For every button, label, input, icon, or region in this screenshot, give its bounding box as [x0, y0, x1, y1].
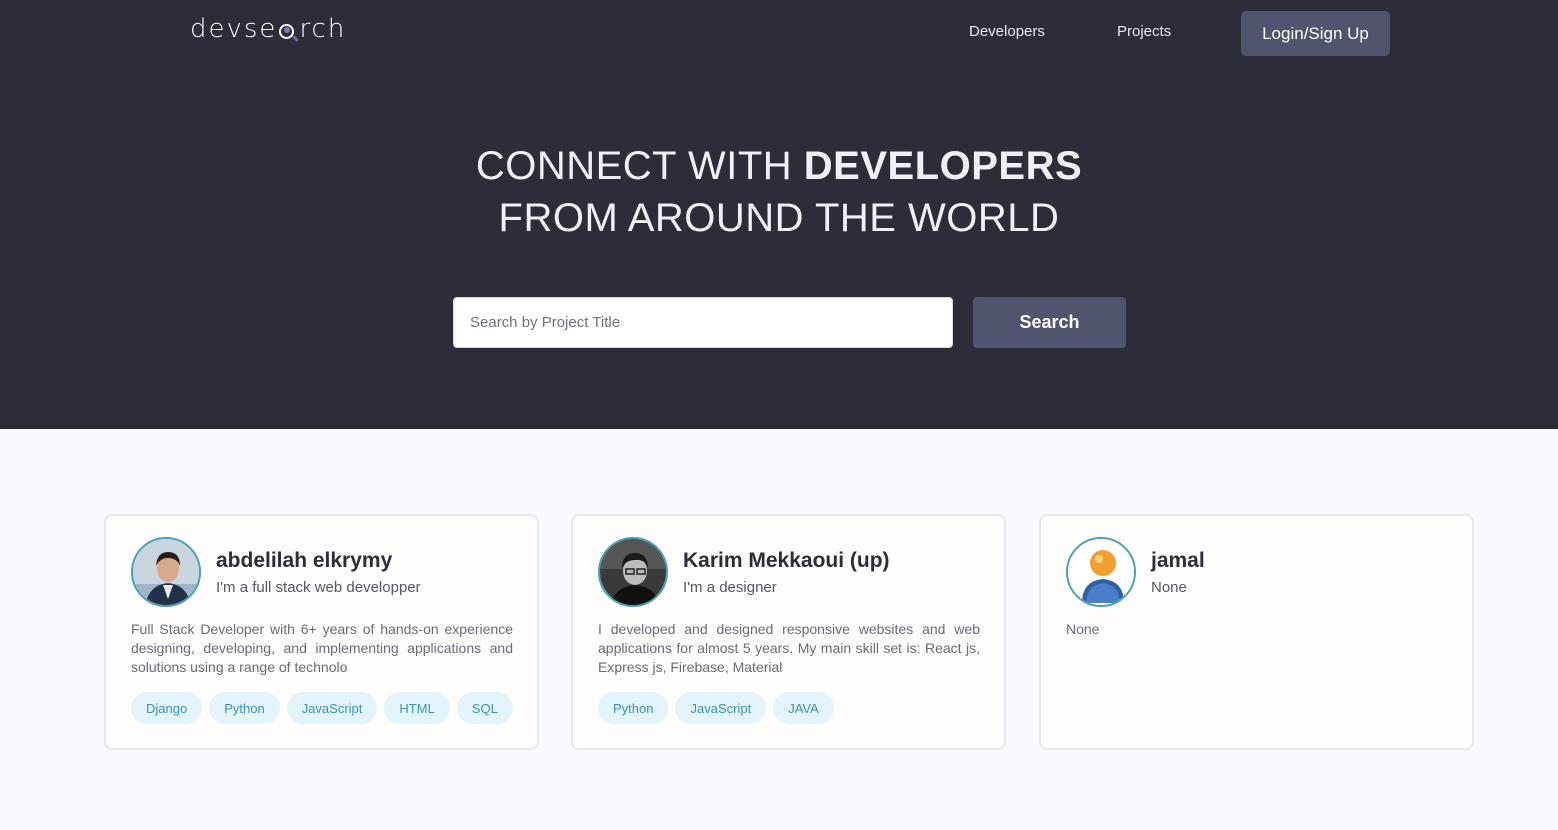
hero-headline: CONNECT WITH DEVELOPERS FROM AROUND THE …	[0, 140, 1558, 244]
skill-tag[interactable]: Python	[598, 692, 669, 724]
developer-name: Karim Mekkaoui (up)	[683, 549, 890, 572]
developer-card[interactable]: abdelilah elkrymy I'm a full stack web d…	[104, 514, 539, 750]
login-signup-button[interactable]: Login/Sign Up	[1241, 11, 1390, 56]
developer-bio: Full Stack Developer with 6+ years of ha…	[131, 621, 513, 675]
skill-tags: Django Python JavaScript HTML SQL	[131, 692, 513, 724]
logo-text-start: devse	[190, 14, 278, 44]
avatar	[1066, 537, 1136, 607]
search-input[interactable]	[453, 297, 953, 348]
hero-section: devse rch Developers Projects Login/Sign…	[0, 0, 1558, 429]
developer-card[interactable]: Karim Mekkaoui (up) I'm a designer I dev…	[571, 514, 1006, 750]
developer-name: abdelilah elkrymy	[216, 549, 393, 572]
skill-tags: Python JavaScript JAVA	[598, 692, 834, 724]
search-button[interactable]: Search	[973, 297, 1126, 348]
skill-tag[interactable]: JAVA	[773, 692, 834, 724]
headline-line-2: FROM AROUND THE WORLD	[498, 196, 1060, 240]
skill-tag[interactable]: JavaScript	[286, 692, 378, 724]
skill-tag[interactable]: SQL	[456, 692, 513, 724]
headline-light-text: CONNECT WITH	[475, 144, 804, 188]
avatar	[598, 537, 668, 607]
avatar	[131, 537, 201, 607]
devsearch-logo[interactable]: devse rch	[190, 14, 346, 44]
photo-person-icon	[133, 539, 199, 605]
nav-developers-link[interactable]: Developers	[969, 23, 1045, 40]
developer-name: jamal	[1151, 549, 1205, 572]
magnifier-user-icon	[278, 18, 300, 43]
developer-title: I'm a designer	[683, 579, 777, 596]
logo-text-end: rch	[299, 14, 347, 44]
headline-bold-text: DEVELOPERS	[803, 144, 1083, 188]
photo-person-bw-icon	[600, 539, 666, 605]
skill-tag[interactable]: JavaScript	[675, 692, 767, 724]
developer-card[interactable]: jamal None None	[1039, 514, 1474, 750]
developer-title: I'm a full stack web developper	[216, 579, 421, 596]
headline-line-1: CONNECT WITH DEVELOPERS	[0, 140, 1558, 192]
skill-tag[interactable]: Python	[209, 692, 280, 724]
skill-tag[interactable]: HTML	[384, 692, 450, 724]
nav-projects-link[interactable]: Projects	[1117, 23, 1171, 40]
default-user-icon	[1068, 539, 1134, 605]
developer-title: None	[1151, 579, 1187, 596]
developer-bio: I developed and designed responsive webs…	[598, 621, 980, 675]
skill-tag[interactable]: Django	[131, 692, 203, 724]
developer-bio: None	[1066, 621, 1100, 637]
